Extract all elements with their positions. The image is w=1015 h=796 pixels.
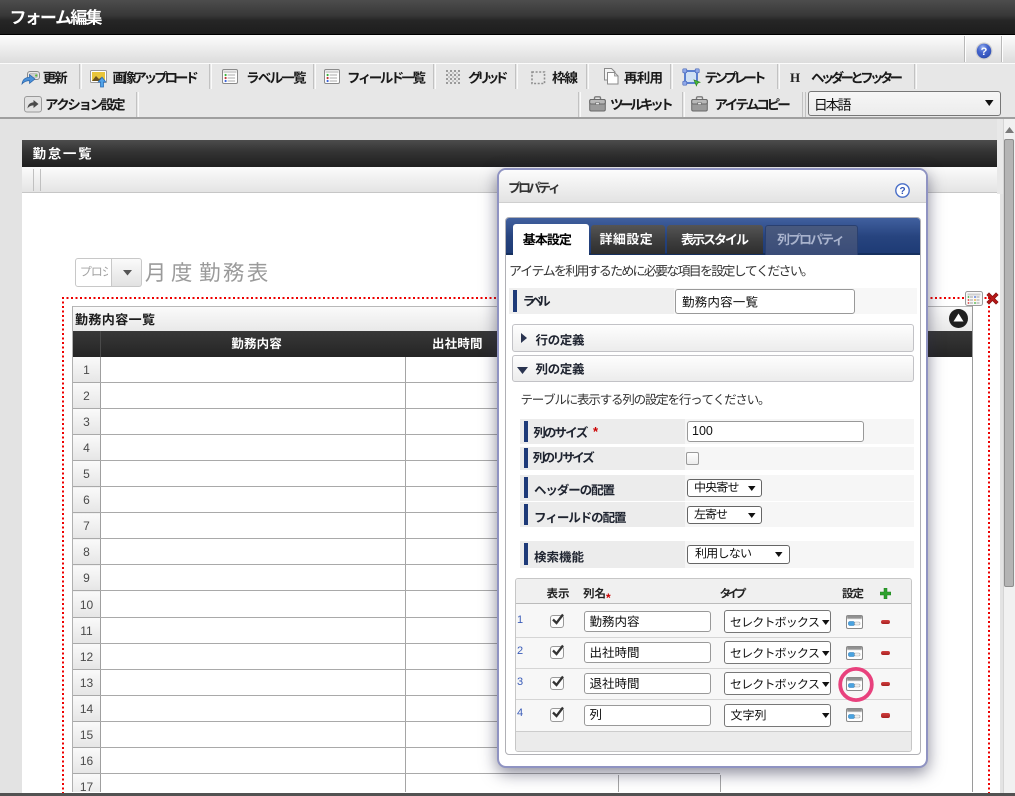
svg-text:?: ? (981, 46, 988, 58)
svg-text:?: ? (899, 186, 905, 197)
